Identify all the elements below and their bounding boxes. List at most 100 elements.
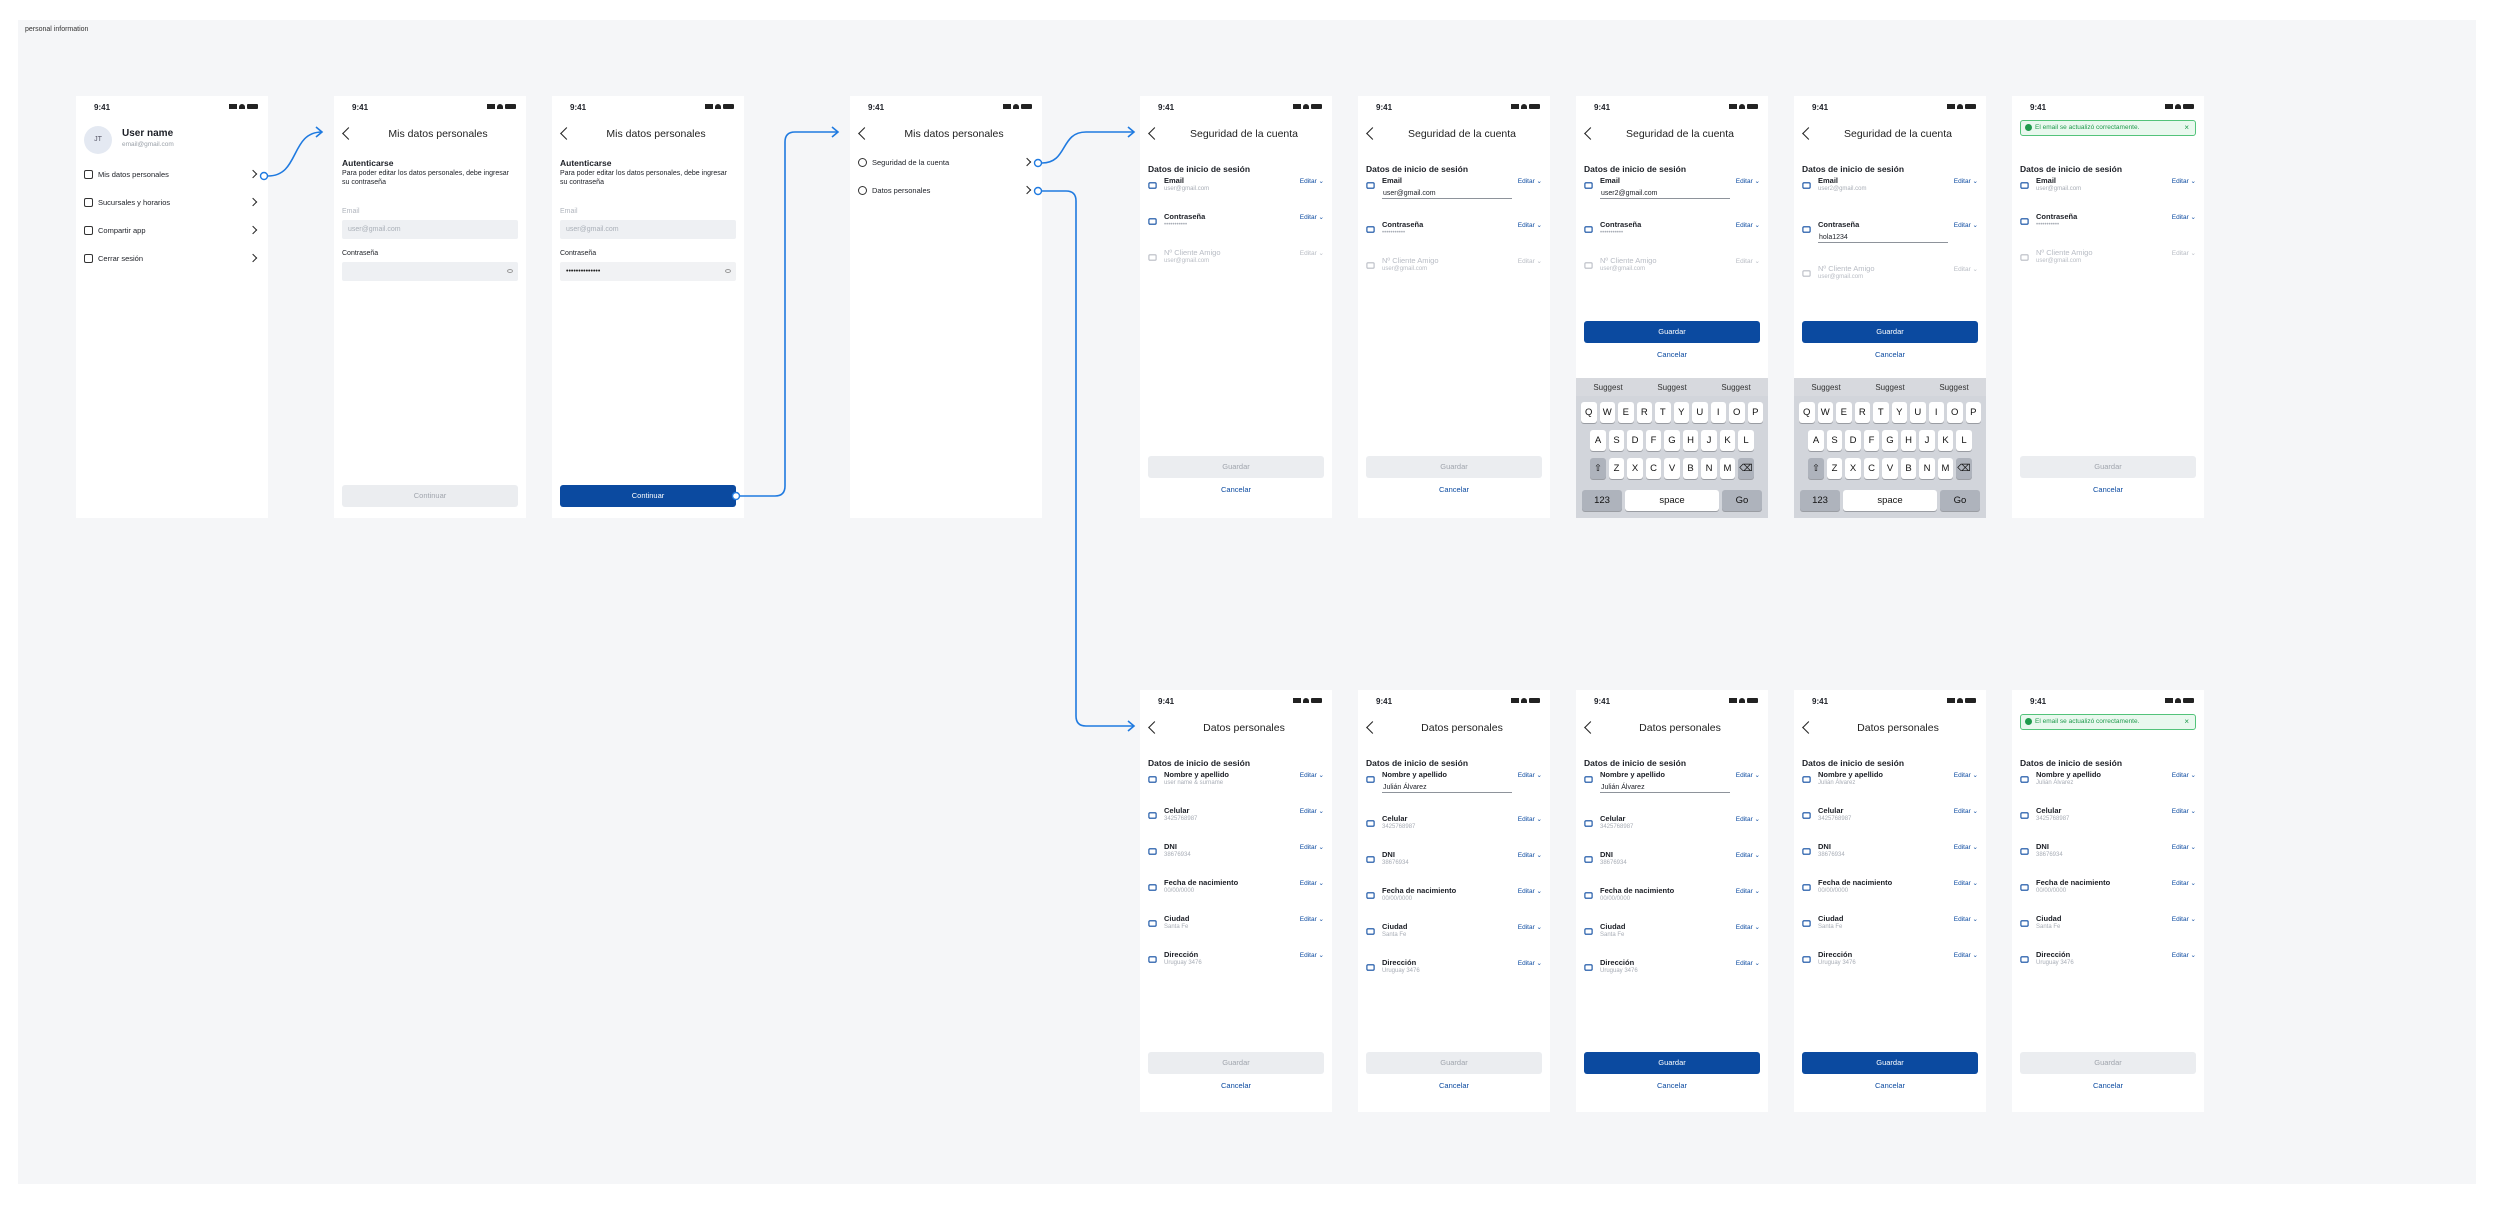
close-icon[interactable]: × xyxy=(2184,121,2189,135)
key[interactable]: W xyxy=(1817,402,1833,423)
edit-button[interactable]: Editar ⌄ xyxy=(1954,879,1978,887)
cancel-link[interactable]: Cancelar xyxy=(1366,485,1542,494)
password-field[interactable] xyxy=(342,262,518,281)
edit-button[interactable]: Editar ⌄ xyxy=(1954,915,1978,923)
key[interactable]: D xyxy=(1845,430,1861,451)
menu-item-0[interactable]: Seguridad de la cuenta xyxy=(858,156,1034,170)
edit-button[interactable]: Editar ⌄ xyxy=(2172,807,2196,815)
key[interactable]: Q xyxy=(1581,402,1597,423)
edit-button[interactable]: Editar ⌄ xyxy=(1518,887,1542,895)
edit-button[interactable]: Editar ⌄ xyxy=(1954,221,1978,229)
edit-button[interactable]: Editar ⌄ xyxy=(1300,843,1324,851)
email-field[interactable]: user@gmail.com xyxy=(560,220,736,239)
email-field[interactable]: user@gmail.com xyxy=(342,220,518,239)
cancel-link[interactable]: Cancelar xyxy=(1802,1081,1978,1090)
field-input[interactable]: Julián Álvarez xyxy=(1600,782,1730,793)
key[interactable]: O xyxy=(1729,402,1745,423)
back-icon[interactable] xyxy=(1584,127,1597,140)
edit-button[interactable]: Editar ⌄ xyxy=(1300,879,1324,887)
save-button[interactable]: Guardar xyxy=(1366,1052,1542,1074)
key[interactable]: A xyxy=(1808,430,1824,451)
backspace-key[interactable]: ⌫ xyxy=(1956,458,1972,479)
key[interactable]: T xyxy=(1655,402,1671,423)
suggestion[interactable]: Suggest xyxy=(1657,383,1686,392)
shift-key[interactable]: ⇧ xyxy=(1590,458,1606,479)
edit-button[interactable]: Editar ⌄ xyxy=(1300,807,1324,815)
key[interactable]: C xyxy=(1645,458,1662,479)
edit-button[interactable]: Editar ⌄ xyxy=(2172,249,2196,257)
key[interactable]: P xyxy=(1747,402,1763,423)
key[interactable]: R xyxy=(1854,402,1870,423)
continue-button[interactable]: Continuar xyxy=(560,485,736,507)
back-icon[interactable] xyxy=(1802,127,1815,140)
edit-button[interactable]: Editar ⌄ xyxy=(1518,815,1542,823)
key[interactable]: V xyxy=(1882,458,1898,479)
edit-button[interactable]: Editar ⌄ xyxy=(2172,843,2196,851)
back-icon[interactable] xyxy=(1366,721,1379,734)
field-input[interactable]: hola1234 xyxy=(1818,232,1948,243)
suggestion[interactable]: Suggest xyxy=(1811,383,1840,392)
key[interactable]: B xyxy=(1682,458,1699,479)
edit-button[interactable]: Editar ⌄ xyxy=(2172,915,2196,923)
back-icon[interactable] xyxy=(1802,721,1815,734)
key[interactable]: M xyxy=(1937,458,1954,479)
save-button[interactable]: Guardar xyxy=(1584,1052,1760,1074)
edit-button[interactable]: Editar ⌄ xyxy=(1736,815,1760,823)
edit-button[interactable]: Editar ⌄ xyxy=(1518,851,1542,859)
shift-key[interactable]: ⇧ xyxy=(1808,458,1824,479)
edit-button[interactable]: Editar ⌄ xyxy=(1300,249,1324,257)
back-icon[interactable] xyxy=(342,127,355,140)
key[interactable]: Y xyxy=(1891,402,1907,423)
edit-button[interactable]: Editar ⌄ xyxy=(1954,771,1978,779)
key[interactable]: Y xyxy=(1673,402,1689,423)
edit-button[interactable]: Editar ⌄ xyxy=(1518,771,1542,779)
key[interactable]: I xyxy=(1928,402,1944,423)
field-input[interactable]: Julián Álvarez xyxy=(1382,782,1512,793)
edit-button[interactable]: Editar ⌄ xyxy=(1736,177,1760,185)
key[interactable]: U xyxy=(1910,402,1926,423)
edit-button[interactable]: Editar ⌄ xyxy=(1954,265,1978,273)
key[interactable]: S xyxy=(1826,430,1843,451)
edit-button[interactable]: Editar ⌄ xyxy=(1518,959,1542,967)
field-input[interactable]: user@gmail.com xyxy=(1382,188,1512,199)
menu-item-3[interactable]: Cerrar sesión xyxy=(84,252,260,266)
key[interactable]: E xyxy=(1836,402,1852,423)
suggestion[interactable]: Suggest xyxy=(1939,383,1968,392)
numbers-key[interactable]: 123 xyxy=(1582,490,1622,511)
key[interactable]: V xyxy=(1664,458,1680,479)
save-button[interactable]: Guardar xyxy=(1802,321,1978,343)
edit-button[interactable]: Editar ⌄ xyxy=(2172,879,2196,887)
edit-button[interactable]: Editar ⌄ xyxy=(2172,213,2196,221)
save-button[interactable]: Guardar xyxy=(1148,1052,1324,1074)
edit-button[interactable]: Editar ⌄ xyxy=(1300,177,1324,185)
key[interactable]: C xyxy=(1863,458,1880,479)
password-field[interactable]: •••••••••••••• xyxy=(560,262,736,281)
edit-button[interactable]: Editar ⌄ xyxy=(1954,177,1978,185)
edit-button[interactable]: Editar ⌄ xyxy=(1736,851,1760,859)
edit-button[interactable]: Editar ⌄ xyxy=(2172,951,2196,959)
back-icon[interactable] xyxy=(1148,721,1161,734)
key[interactable]: X xyxy=(1627,458,1643,479)
space-key[interactable]: space xyxy=(1625,490,1719,511)
edit-button[interactable]: Editar ⌄ xyxy=(1300,951,1324,959)
key[interactable]: G xyxy=(1882,430,1898,451)
key[interactable]: F xyxy=(1863,430,1880,451)
cancel-link[interactable]: Cancelar xyxy=(1584,1081,1760,1090)
menu-item-1[interactable]: Datos personales xyxy=(858,184,1034,198)
key[interactable]: E xyxy=(1618,402,1634,423)
cancel-link[interactable]: Cancelar xyxy=(1148,1081,1324,1090)
key[interactable]: Q xyxy=(1799,402,1815,423)
back-icon[interactable] xyxy=(858,127,871,140)
cancel-link[interactable]: Cancelar xyxy=(2020,485,2196,494)
key[interactable]: T xyxy=(1873,402,1889,423)
key[interactable]: M xyxy=(1719,458,1736,479)
key[interactable]: I xyxy=(1710,402,1726,423)
key[interactable]: G xyxy=(1664,430,1680,451)
key[interactable]: B xyxy=(1900,458,1917,479)
key[interactable]: R xyxy=(1636,402,1652,423)
edit-button[interactable]: Editar ⌄ xyxy=(1954,843,1978,851)
key[interactable]: N xyxy=(1701,458,1717,479)
space-key[interactable]: space xyxy=(1843,490,1937,511)
suggestion[interactable]: Suggest xyxy=(1721,383,1750,392)
edit-button[interactable]: Editar ⌄ xyxy=(1300,213,1324,221)
